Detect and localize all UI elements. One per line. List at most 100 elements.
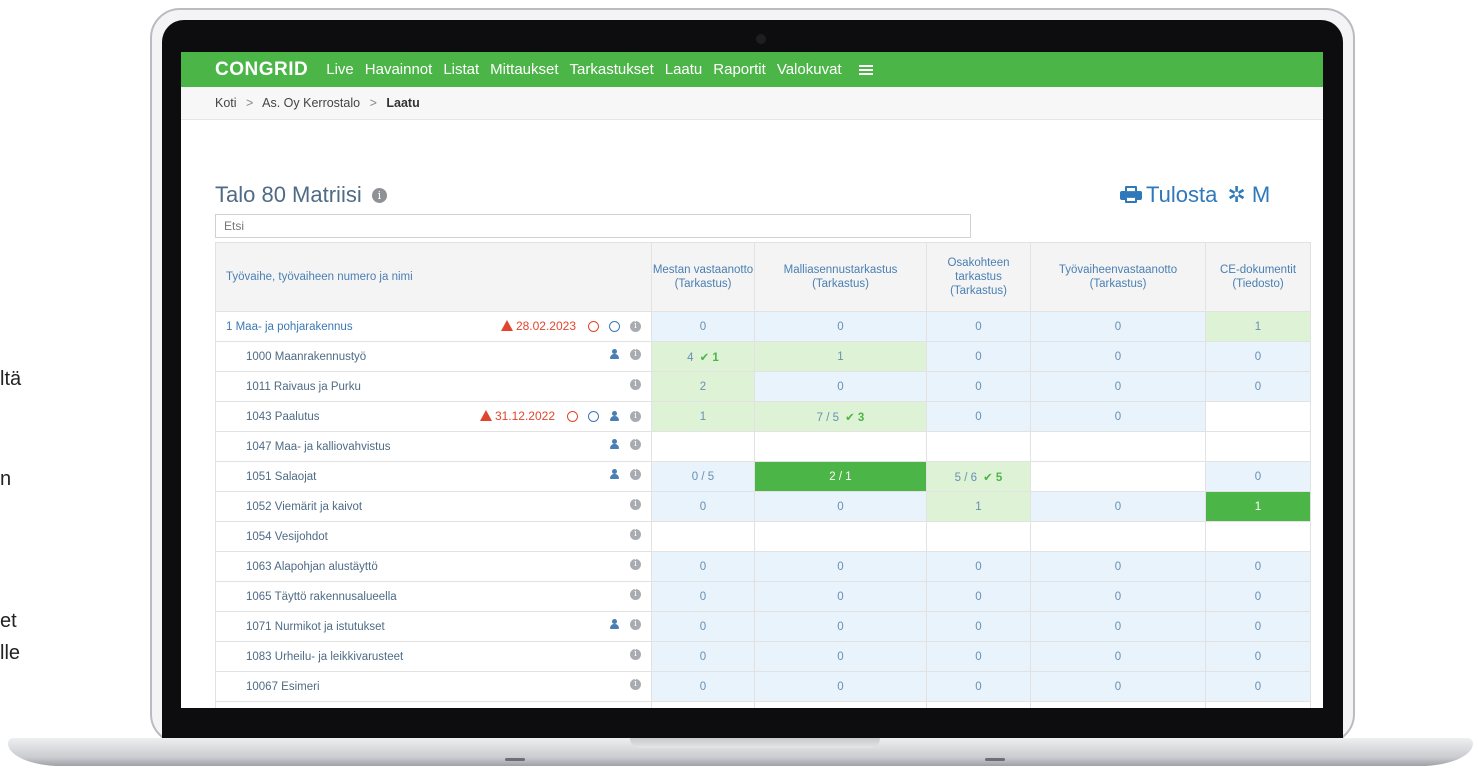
task-cell[interactable]: 1043 Paalutus 31.12.2022 i — [215, 401, 652, 432]
task-name[interactable]: 1071 Nurmikot ja istutukset — [246, 621, 385, 633]
matrix-cell[interactable]: 0 — [754, 611, 927, 642]
nav-raportit[interactable]: Raportit — [713, 61, 766, 78]
task-name[interactable]: 1083 Urheilu- ja leikkivarusteet — [246, 651, 403, 663]
nav-tarkastukset[interactable]: Tarkastukset — [570, 61, 654, 78]
matrix-cell[interactable] — [754, 431, 927, 462]
table-row[interactable]: 1 Maa- ja pohjarakennus 28.02.2023 i 0 0 0 0 1 — [215, 311, 1311, 342]
task-cell[interactable]: 1011 Raivaus ja Purku i — [215, 371, 652, 402]
matrix-cell[interactable]: 0 / 5 — [651, 461, 755, 492]
matrix-cell[interactable]: 0 — [651, 581, 755, 612]
hamburger-menu-icon[interactable] — [858, 63, 873, 77]
matrix-cell[interactable] — [1205, 521, 1311, 552]
table-row[interactable]: 1000 Maanrakennustyö i 4 ✔ 11000 — [215, 341, 1311, 372]
matrix-cell[interactable]: 1 — [1205, 491, 1311, 522]
table-row[interactable]: 10067 Esimeri i 0 0 0 0 0 — [215, 671, 1311, 702]
matrix-cell[interactable]: 0 — [754, 491, 927, 522]
matrix-cell[interactable]: 0 — [1205, 371, 1311, 402]
matrix-cell[interactable] — [1030, 431, 1206, 462]
nav-live[interactable]: Live — [326, 61, 354, 78]
matrix-cell[interactable] — [1205, 401, 1311, 432]
task-cell[interactable]: 1083 Urheilu- ja leikkivarusteet i — [215, 641, 652, 672]
matrix-cell[interactable]: 0 — [1030, 551, 1206, 582]
matrix-cell[interactable] — [926, 701, 1031, 708]
matrix-cell[interactable]: 0 — [926, 401, 1031, 432]
matrix-cell[interactable]: 0 — [651, 551, 755, 582]
column-header-malliasennustarkastus[interactable]: Malliasennustarkastus (Tarkastus) — [754, 242, 927, 312]
user-icon[interactable] — [609, 619, 620, 630]
matrix-cell[interactable] — [1030, 521, 1206, 552]
info-icon[interactable]: i — [630, 410, 641, 422]
matrix-cell[interactable]: 1 — [926, 491, 1031, 522]
matrix-cell[interactable]: 0 — [1205, 551, 1311, 582]
task-name[interactable]: 1011 Raivaus ja Purku — [246, 381, 361, 393]
nav-listat[interactable]: Listat — [443, 61, 479, 78]
table-row[interactable]: 1043 Paalutus 31.12.2022 i 1 7 / 5 ✔ 3 0 0 — [215, 401, 1311, 432]
info-icon[interactable]: i — [371, 188, 387, 203]
matrix-cell[interactable]: 0 — [1205, 581, 1311, 612]
info-icon[interactable]: i — [630, 379, 641, 390]
info-icon[interactable]: i — [630, 679, 641, 690]
task-cell[interactable]: 1065 Täyttö rakennusalueella i — [215, 581, 652, 612]
matrix-cell[interactable]: 1 — [1205, 311, 1311, 342]
column-header-mestan-vastaanotto[interactable]: Mestan vastaanotto (Tarkastus) — [651, 242, 755, 312]
matrix-cell[interactable]: 0 — [754, 671, 927, 702]
matrix-cell[interactable]: 0 — [926, 341, 1031, 372]
matrix-cell[interactable]: 0 — [651, 611, 755, 642]
table-row[interactable]: 2 Perustukset ja ulkopuoliset rakenteeti — [215, 701, 1311, 708]
info-icon[interactable]: i — [630, 589, 641, 600]
task-cell[interactable]: 1071 Nurmikot ja istutukset i — [215, 611, 652, 642]
task-cell[interactable]: 1051 Salaojat i — [215, 461, 652, 492]
table-row[interactable]: 1083 Urheilu- ja leikkivarusteet i 0 0 0 0 0 — [215, 641, 1311, 672]
column-header-tyovaiheenvastaanotto[interactable]: Työvaiheenvastaanotto (Tarkastus) — [1030, 242, 1206, 312]
matrix-cell[interactable]: 5 / 6 ✔ 5 — [926, 461, 1031, 492]
matrix-cell[interactable] — [651, 701, 755, 708]
task-cell[interactable]: 1047 Maa- ja kalliovahvistus i — [215, 431, 652, 462]
task-name[interactable]: 1051 Salaojat — [246, 471, 316, 483]
task-cell[interactable]: 2 Perustukset ja ulkopuoliset rakenteeti — [215, 701, 652, 708]
matrix-cell[interactable]: 0 — [1030, 671, 1206, 702]
user-icon[interactable] — [609, 410, 620, 422]
matrix-cell[interactable]: 0 — [1030, 581, 1206, 612]
task-name[interactable]: 10067 Esimeri — [246, 681, 320, 693]
matrix-cell[interactable] — [754, 701, 927, 708]
matrix-cell[interactable]: 0 — [651, 641, 755, 672]
matrix-cell[interactable]: 2 — [651, 371, 755, 402]
matrix-cell[interactable]: 0 — [651, 491, 755, 522]
matrix-cell[interactable] — [1030, 461, 1206, 492]
matrix-cell[interactable]: 0 — [754, 581, 927, 612]
task-name[interactable]: 1000 Maanrakennustyö — [246, 351, 366, 363]
matrix-cell[interactable]: 0 — [926, 551, 1031, 582]
info-icon[interactable]: i — [630, 349, 641, 360]
matrix-cell[interactable] — [926, 431, 1031, 462]
table-row[interactable]: 1065 Täyttö rakennusalueella i 0 0 0 0 0 — [215, 581, 1311, 612]
matrix-cell[interactable]: 0 — [754, 641, 927, 672]
info-icon[interactable]: i — [630, 439, 641, 450]
matrix-cell[interactable]: 0 — [926, 671, 1031, 702]
matrix-cell[interactable]: 0 — [926, 581, 1031, 612]
matrix-cell[interactable]: 0 — [754, 311, 927, 342]
info-icon[interactable]: i — [630, 559, 641, 570]
matrix-cell[interactable]: 0 — [651, 311, 755, 342]
task-name[interactable]: 1063 Alapohjan alustäyttö — [246, 561, 378, 573]
matrix-cell[interactable]: 0 — [754, 371, 927, 402]
matrix-cell[interactable]: 0 — [926, 611, 1031, 642]
matrix-cell[interactable]: 0 — [1205, 611, 1311, 642]
matrix-cell[interactable]: 0 — [926, 641, 1031, 672]
task-cell[interactable]: 1063 Alapohjan alustäyttö i — [215, 551, 652, 582]
matrix-cell[interactable]: 4 ✔ 1 — [651, 341, 755, 372]
info-icon[interactable]: i — [630, 469, 641, 480]
task-cell[interactable]: 10067 Esimeri i — [215, 671, 652, 702]
info-icon[interactable]: i — [630, 320, 641, 332]
matrix-cell[interactable]: 0 — [651, 671, 755, 702]
task-name[interactable]: 1054 Vesijohdot — [246, 531, 328, 543]
task-cell[interactable]: 1052 Viemärit ja kaivot i — [215, 491, 652, 522]
breadcrumb-project[interactable]: As. Oy Kerrostalo — [262, 96, 360, 110]
table-row[interactable]: 1052 Viemärit ja kaivot i 0 0 1 0 1 — [215, 491, 1311, 522]
matrix-cell[interactable] — [651, 521, 755, 552]
table-row[interactable]: 1051 Salaojat i 0 / 5 2 / 1 5 / 6 ✔ 5 0 — [215, 461, 1311, 492]
task-name[interactable]: 1047 Maa- ja kalliovahvistus — [246, 441, 390, 453]
task-cell[interactable]: 1000 Maanrakennustyö i — [215, 341, 652, 372]
matrix-cell[interactable]: 0 — [1030, 371, 1206, 402]
nav-laatu[interactable]: Laatu — [665, 61, 703, 78]
table-row[interactable]: 1047 Maa- ja kalliovahvistus i — [215, 431, 1311, 462]
